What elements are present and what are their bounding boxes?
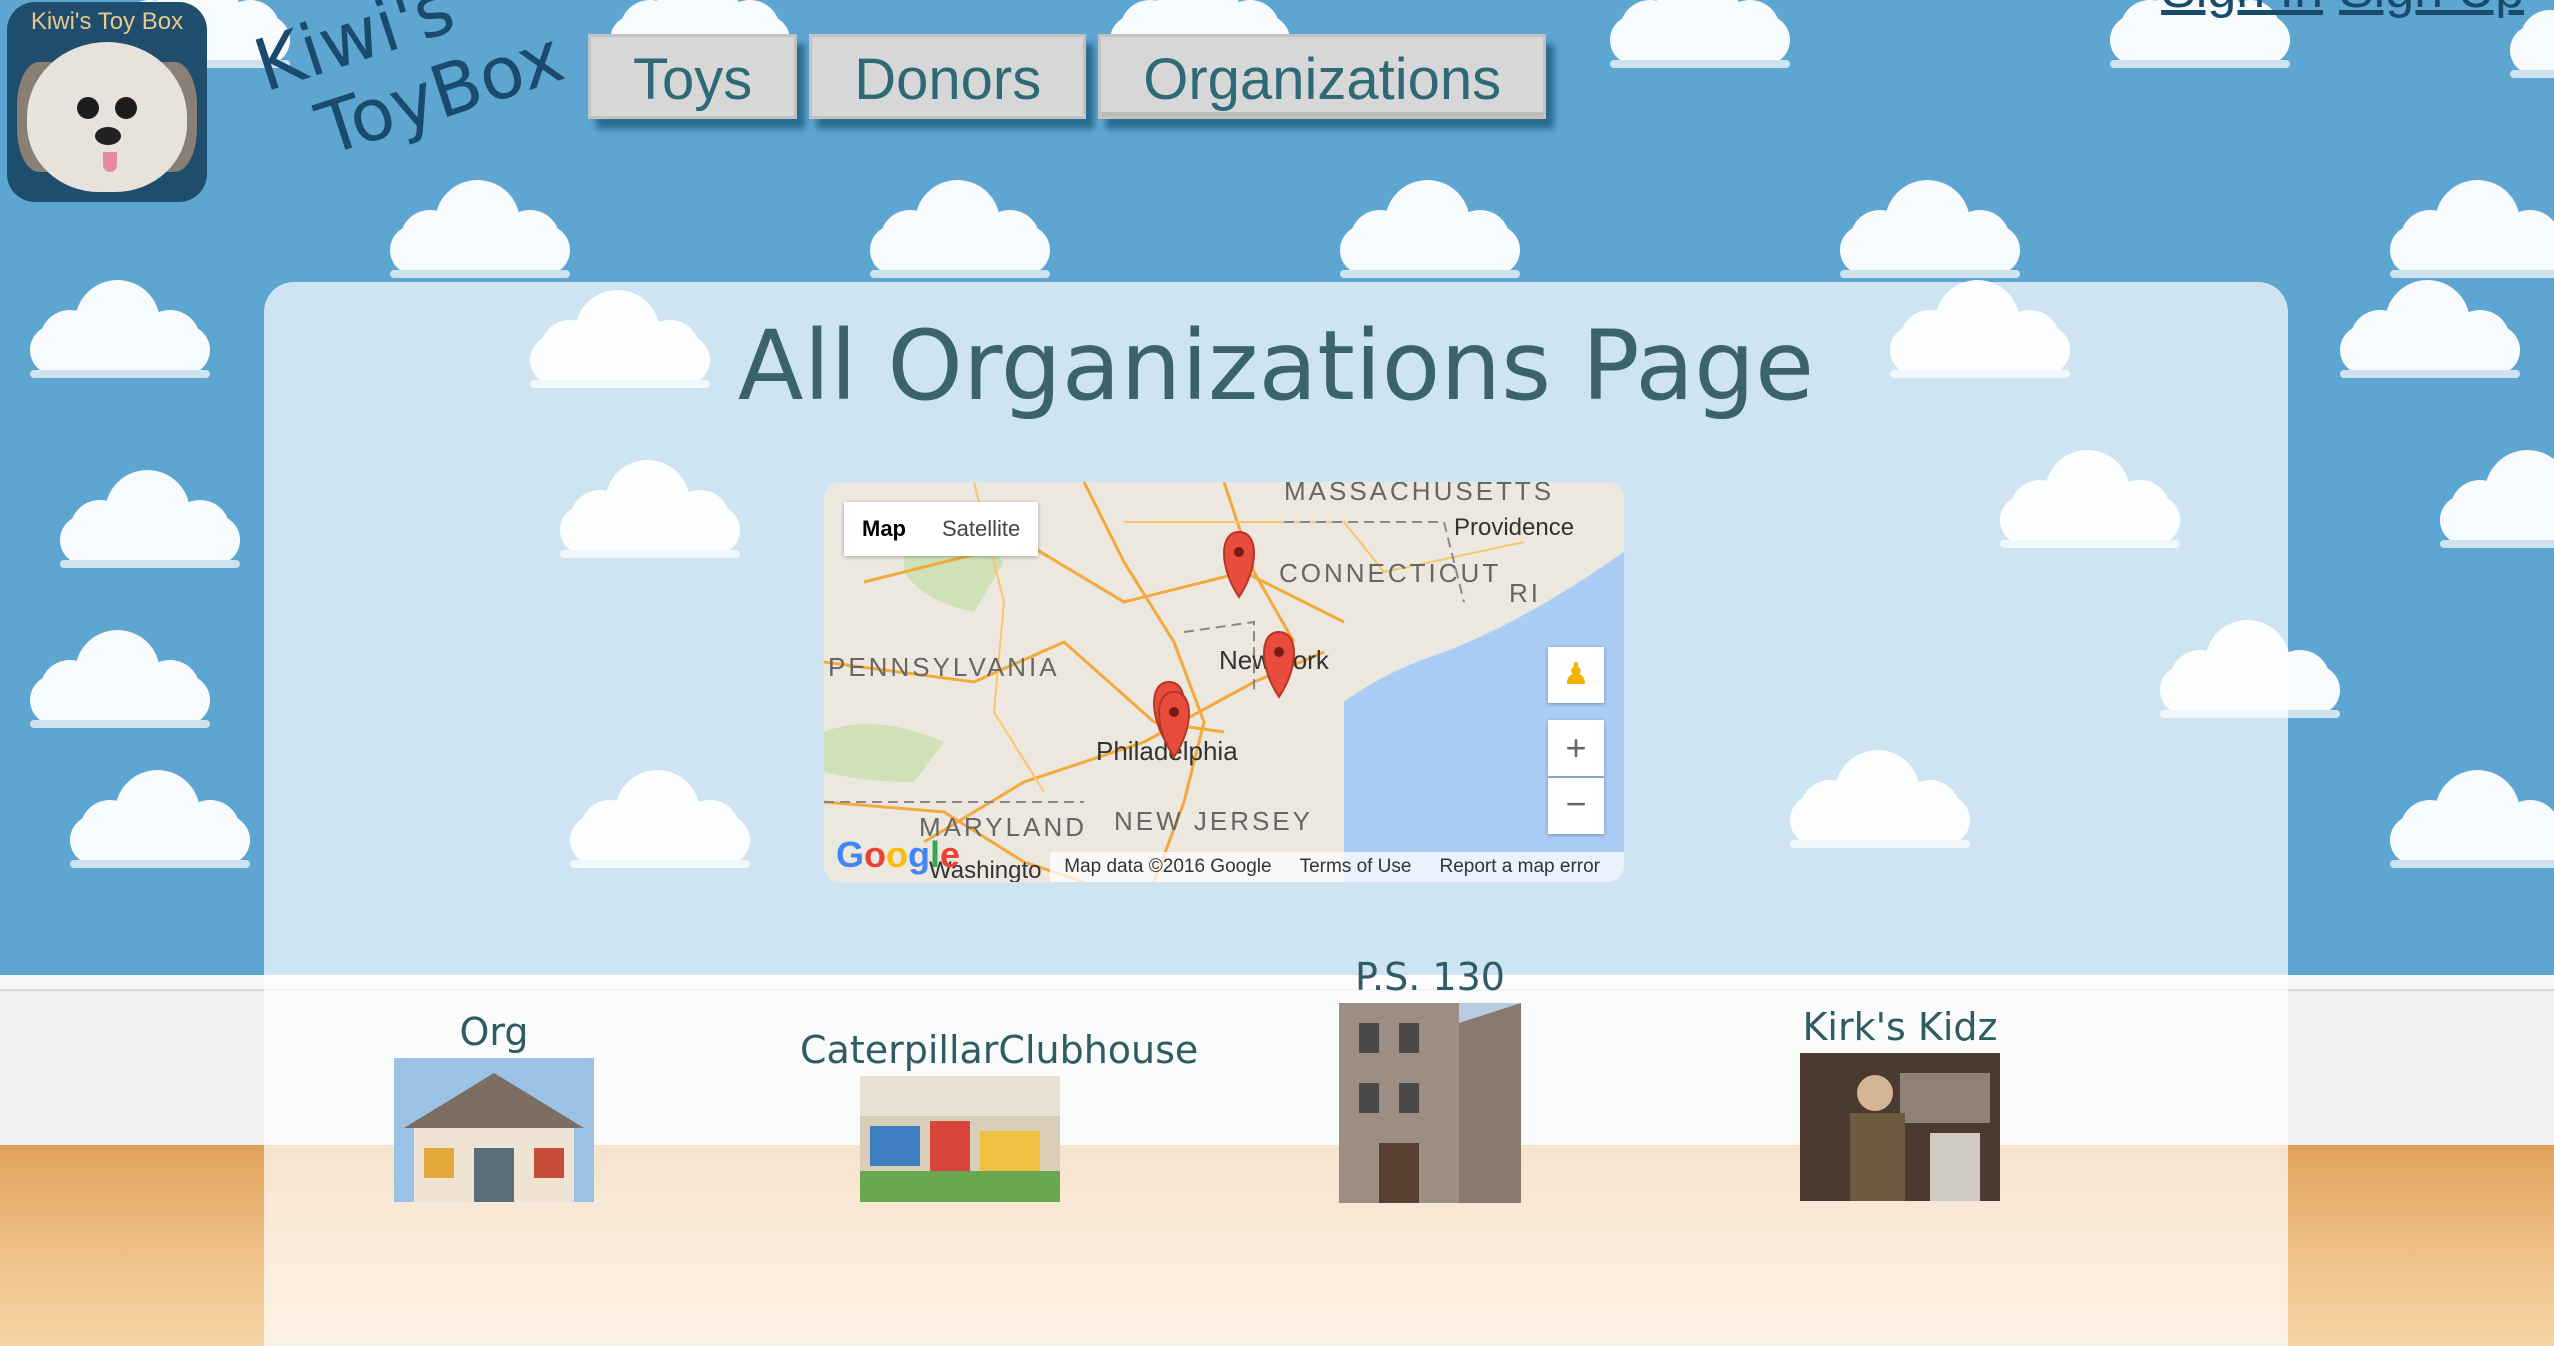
- map-footer: Map data ©2016 Google Terms of Use Repor…: [1050, 852, 1624, 882]
- org-photo[interactable]: [1800, 1053, 2000, 1201]
- org-photo[interactable]: [860, 1076, 1060, 1202]
- cloud-decoration: [20, 270, 220, 380]
- org-name[interactable]: Org: [394, 1010, 594, 1054]
- org-card-kirks-kidz[interactable]: Kirk's Kidz: [1795, 1005, 2005, 1206]
- map-type-toggle: Map Satellite: [844, 502, 1039, 556]
- main-nav: Toys Donors Organizations: [588, 34, 1558, 119]
- map-label-new-jersey: NEW JERSEY: [1114, 806, 1314, 836]
- map-label-ri: RI: [1509, 578, 1541, 608]
- zoom-out-button[interactable]: −: [1548, 778, 1604, 834]
- map-attribution: Map data ©2016 Google: [1064, 856, 1272, 877]
- cloud-decoration: [60, 760, 260, 870]
- sign-up-link[interactable]: Sign Up: [2339, 0, 2524, 20]
- nav-donors-button[interactable]: Donors: [809, 34, 1087, 119]
- cloud-decoration: [2330, 270, 2530, 380]
- map-label-new-york: New York: [1219, 645, 1329, 675]
- logo[interactable]: Kiwi's Toy Box: [7, 2, 207, 202]
- org-card-ps-130[interactable]: P.S. 130: [1330, 955, 1530, 1208]
- map-type-map-button[interactable]: Map: [844, 502, 924, 556]
- organizations-map[interactable]: Map Satellite MASSACHUSETTS Providence C…: [824, 482, 1624, 882]
- map-label-providence: Providence: [1454, 514, 1575, 541]
- cloud-decoration: [860, 170, 1060, 280]
- street-view-pegman-icon[interactable]: ♟: [1548, 647, 1604, 703]
- map-report-link[interactable]: Report a map error: [1425, 856, 1614, 878]
- map-label-pennsylvania: PENNSYLVANIA: [828, 652, 1060, 682]
- dog-tongue: [103, 152, 117, 172]
- cloud-decoration: [50, 460, 250, 570]
- cloud-decoration: [2380, 760, 2554, 870]
- logo-text: Kiwi's Toy Box: [30, 8, 184, 35]
- cloud-decoration: [20, 620, 220, 730]
- org-photo[interactable]: [1339, 1003, 1521, 1203]
- cloud-decoration: [2430, 440, 2554, 550]
- org-name[interactable]: P.S. 130: [1330, 955, 1530, 999]
- org-photo[interactable]: [394, 1058, 594, 1202]
- dog-nose: [95, 127, 121, 145]
- nav-organizations-button[interactable]: Organizations: [1098, 34, 1547, 119]
- map-label-connecticut: CONNECTICUT: [1279, 558, 1502, 588]
- org-card-org[interactable]: Org: [394, 1010, 594, 1207]
- zoom-in-button[interactable]: +: [1548, 720, 1604, 776]
- map-type-satellite-button[interactable]: Satellite: [924, 502, 1038, 556]
- cloud-decoration: [1330, 170, 1530, 280]
- page-title: All Organizations Page: [737, 310, 1815, 422]
- cloud-decoration: [2380, 170, 2554, 280]
- sign-in-link[interactable]: Sign In: [2161, 0, 2323, 20]
- cloud-decoration: [1830, 170, 2030, 280]
- org-name[interactable]: CaterpillarClubhouse: [800, 1028, 1198, 1072]
- nav-toys-button[interactable]: Toys: [588, 34, 798, 119]
- google-logo[interactable]: Google: [836, 834, 960, 876]
- map-label-philadelphia: Philadelphia: [1096, 736, 1238, 766]
- cloud-decoration: [1600, 0, 1800, 70]
- auth-links: Sign In Sign Up: [2161, 0, 2524, 20]
- dog-eye-left: [77, 97, 99, 119]
- org-name[interactable]: Kirk's Kidz: [1795, 1005, 2005, 1049]
- org-card-caterpillarclubhouse[interactable]: CaterpillarClubhouse: [800, 1028, 1198, 1207]
- map-label-massachusetts: MASSACHUSETTS: [1284, 482, 1555, 506]
- dog-eye-right: [115, 97, 137, 119]
- cloud-decoration: [380, 170, 580, 280]
- map-terms-link[interactable]: Terms of Use: [1286, 856, 1426, 878]
